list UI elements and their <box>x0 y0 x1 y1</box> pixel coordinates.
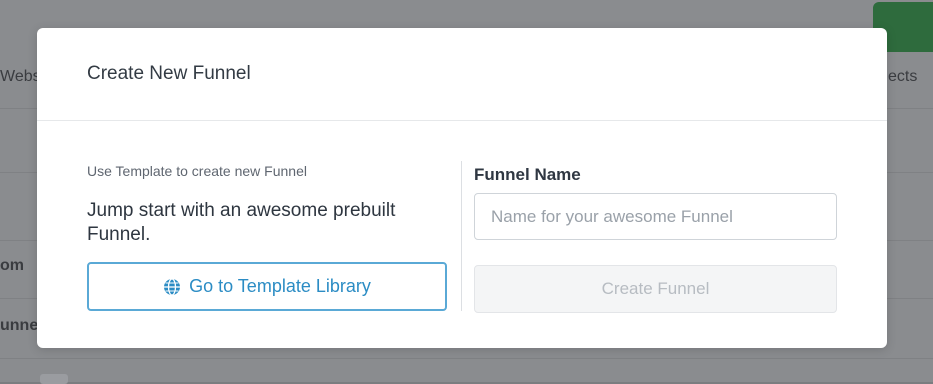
create-funnel-modal: Create New Funnel Use Template to create… <box>37 28 887 348</box>
funnel-name-label: Funnel Name <box>474 165 581 184</box>
template-library-label: Go to Template Library <box>189 276 371 296</box>
template-lead-text: Jump start with an awesome prebuilt Funn… <box>87 200 396 245</box>
background-row-text: om <box>0 257 24 274</box>
background-badge <box>40 374 68 384</box>
section-divider <box>461 161 462 311</box>
funnel-name-section: Funnel Name Create Funnel <box>474 165 837 313</box>
background-nav-item: ects <box>888 68 918 85</box>
modal-body: Use Template to create new Funnel Jump s… <box>37 121 887 347</box>
template-library-button[interactable]: Go to Template Library <box>87 262 447 311</box>
template-hint: Use Template to create new Funnel <box>87 163 307 179</box>
modal-header: Create New Funnel <box>37 28 887 121</box>
funnel-name-input[interactable] <box>474 193 837 240</box>
template-section: Use Template to create new Funnel Jump s… <box>87 163 447 311</box>
globe-icon <box>163 277 181 296</box>
background-row-text: unne <box>0 317 39 334</box>
create-funnel-button[interactable]: Create Funnel <box>474 265 837 313</box>
background-divider <box>0 358 933 359</box>
modal-title: Create New Funnel <box>87 63 251 84</box>
